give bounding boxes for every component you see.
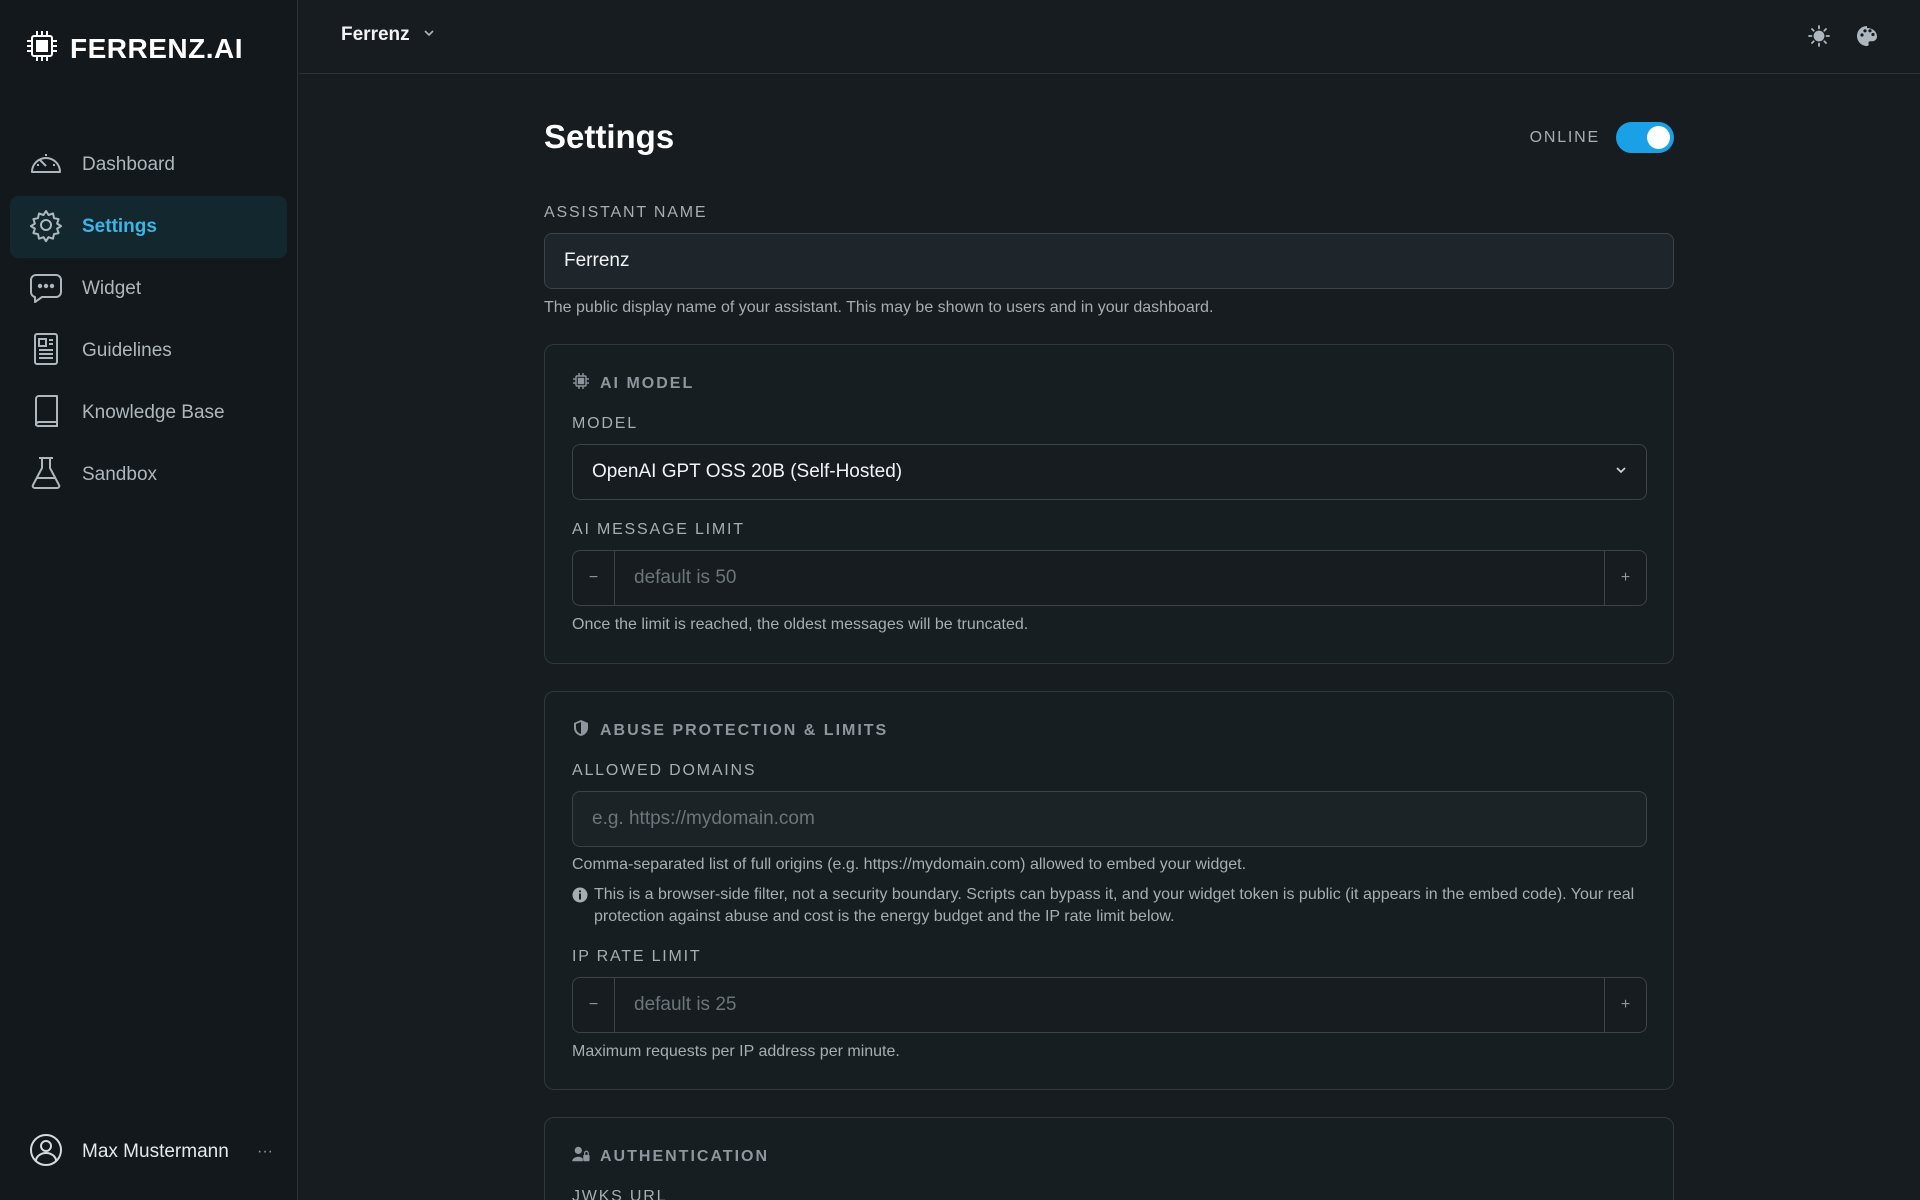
authentication-header: AUTHENTICATION [572, 1145, 769, 1168]
ai-model-header: AI MODEL [572, 372, 694, 395]
brand[interactable]: FERRENZ.AI [24, 28, 243, 69]
increment-button[interactable]: + [1604, 551, 1646, 605]
dashboard-icon [28, 145, 64, 186]
assistant-name-label: ASSISTANT NAME [544, 204, 708, 221]
model-label: MODEL [572, 415, 638, 432]
user-menu[interactable]: Max Mustermann ··· [28, 1132, 273, 1172]
message-limit-field: AI MESSAGE LIMIT − default is 50 + Once … [572, 521, 1647, 636]
ip-rate-limit-label: IP RATE LIMIT [572, 948, 702, 965]
model-field: MODEL OpenAI GPT OSS 20B (Self-Hosted) [572, 415, 1647, 500]
message-limit-input[interactable]: default is 50 [615, 551, 1604, 605]
palette-button[interactable] [1855, 24, 1879, 48]
sidebar-item-sandbox[interactable]: Sandbox [10, 444, 287, 506]
palette-icon [1855, 26, 1879, 52]
abuse-protection-card: ABUSE PROTECTION & LIMITS ALLOWED DOMAIN… [544, 691, 1674, 1090]
message-limit-stepper: − default is 50 + [572, 550, 1647, 606]
user-lock-icon [572, 1145, 590, 1168]
ip-rate-limit-stepper: − default is 25 + [572, 977, 1647, 1033]
user-name: Max Mustermann [82, 1141, 229, 1162]
brand-name: FERRENZ.AI [70, 32, 243, 64]
workspace-name: Ferrenz [341, 24, 410, 45]
document-icon [28, 331, 64, 372]
sidebar-nav: Dashboard Settings Widget Guidelines Kno… [10, 134, 287, 506]
chat-bubble-icon [28, 269, 64, 310]
sidebar-item-label: Guidelines [82, 340, 172, 361]
sidebar-item-label: Dashboard [82, 154, 175, 175]
ip-rate-limit-field: IP RATE LIMIT − default is 25 + Maximum … [572, 948, 1647, 1063]
allowed-domains-label: ALLOWED DOMAINS [572, 762, 757, 779]
authentication-title: AUTHENTICATION [600, 1147, 770, 1165]
ai-model-title: AI MODEL [600, 374, 695, 392]
model-select[interactable]: OpenAI GPT OSS 20B (Self-Hosted) [572, 444, 1647, 500]
chip-logo-icon [24, 28, 60, 69]
flask-icon [28, 455, 64, 496]
chevron-down-icon [422, 26, 436, 45]
allowed-domains-note-text: This is a browser-side filter, not a sec… [594, 886, 1635, 925]
chip-icon [572, 372, 590, 395]
workspace-switcher[interactable]: Ferrenz [341, 24, 436, 46]
more-options-button[interactable]: ··· [257, 1143, 273, 1161]
page-title: Settings [544, 118, 675, 155]
allowed-domains-field: ALLOWED DOMAINS e.g. https://mydomain.co… [572, 762, 1647, 928]
abuse-protection-title: ABUSE PROTECTION & LIMITS [600, 721, 889, 739]
ip-rate-limit-input[interactable]: default is 25 [615, 978, 1604, 1032]
online-status: ONLINE [1530, 122, 1674, 153]
sidebar-item-settings[interactable]: Settings [10, 196, 287, 258]
increment-button[interactable]: + [1604, 978, 1646, 1032]
allowed-domains-input[interactable]: e.g. https://mydomain.com [572, 791, 1647, 847]
chevron-down-icon [1614, 461, 1628, 483]
shield-icon [572, 719, 590, 742]
jwks-url-label: JWKS URL [572, 1188, 668, 1200]
sidebar: FERRENZ.AI Dashboard Settings Widget Gui… [0, 0, 298, 1200]
authentication-card: AUTHENTICATION JWKS URL [544, 1117, 1674, 1200]
sidebar-item-dashboard[interactable]: Dashboard [10, 134, 287, 196]
allowed-domains-help: Comma-separated list of full origins (e.… [572, 856, 1247, 873]
assistant-name-input[interactable]: Ferrenz [544, 233, 1674, 289]
gear-icon [28, 207, 64, 248]
message-limit-help: Once the limit is reached, the oldest me… [572, 616, 1029, 633]
ai-model-card: AI MODEL MODEL OpenAI GPT OSS 20B (Self-… [544, 344, 1674, 664]
decrement-button[interactable]: − [573, 978, 615, 1032]
message-limit-label: AI MESSAGE LIMIT [572, 521, 745, 538]
sidebar-item-guidelines[interactable]: Guidelines [10, 320, 287, 382]
book-icon [28, 393, 64, 434]
sidebar-item-knowledge-base[interactable]: Knowledge Base [10, 382, 287, 444]
sidebar-item-label: Settings [82, 216, 157, 237]
sidebar-item-label: Sandbox [82, 464, 158, 485]
ip-rate-limit-help: Maximum requests per IP address per minu… [572, 1043, 900, 1060]
sun-icon [1807, 25, 1831, 52]
sidebar-item-label: Widget [82, 278, 142, 299]
status-label: ONLINE [1529, 128, 1600, 146]
info-icon [572, 884, 588, 928]
sidebar-item-label: Knowledge Base [82, 402, 225, 423]
theme-toggle-button[interactable] [1807, 24, 1831, 48]
allowed-domains-note: This is a browser-side filter, not a sec… [572, 884, 1647, 928]
assistant-name-help: The public display name of your assistan… [544, 299, 1214, 316]
toggle-knob [1647, 126, 1670, 149]
online-toggle[interactable] [1616, 122, 1674, 153]
topbar: Ferrenz [299, 0, 1920, 74]
model-select-value: OpenAI GPT OSS 20B (Self-Hosted) [592, 461, 903, 482]
decrement-button[interactable]: − [573, 551, 615, 605]
jwks-url-field: JWKS URL [572, 1188, 1647, 1200]
assistant-name-section: ASSISTANT NAME Ferrenz The public displa… [544, 204, 1674, 319]
abuse-protection-header: ABUSE PROTECTION & LIMITS [572, 719, 888, 742]
user-avatar-icon [28, 1132, 64, 1173]
sidebar-item-widget[interactable]: Widget [10, 258, 287, 320]
